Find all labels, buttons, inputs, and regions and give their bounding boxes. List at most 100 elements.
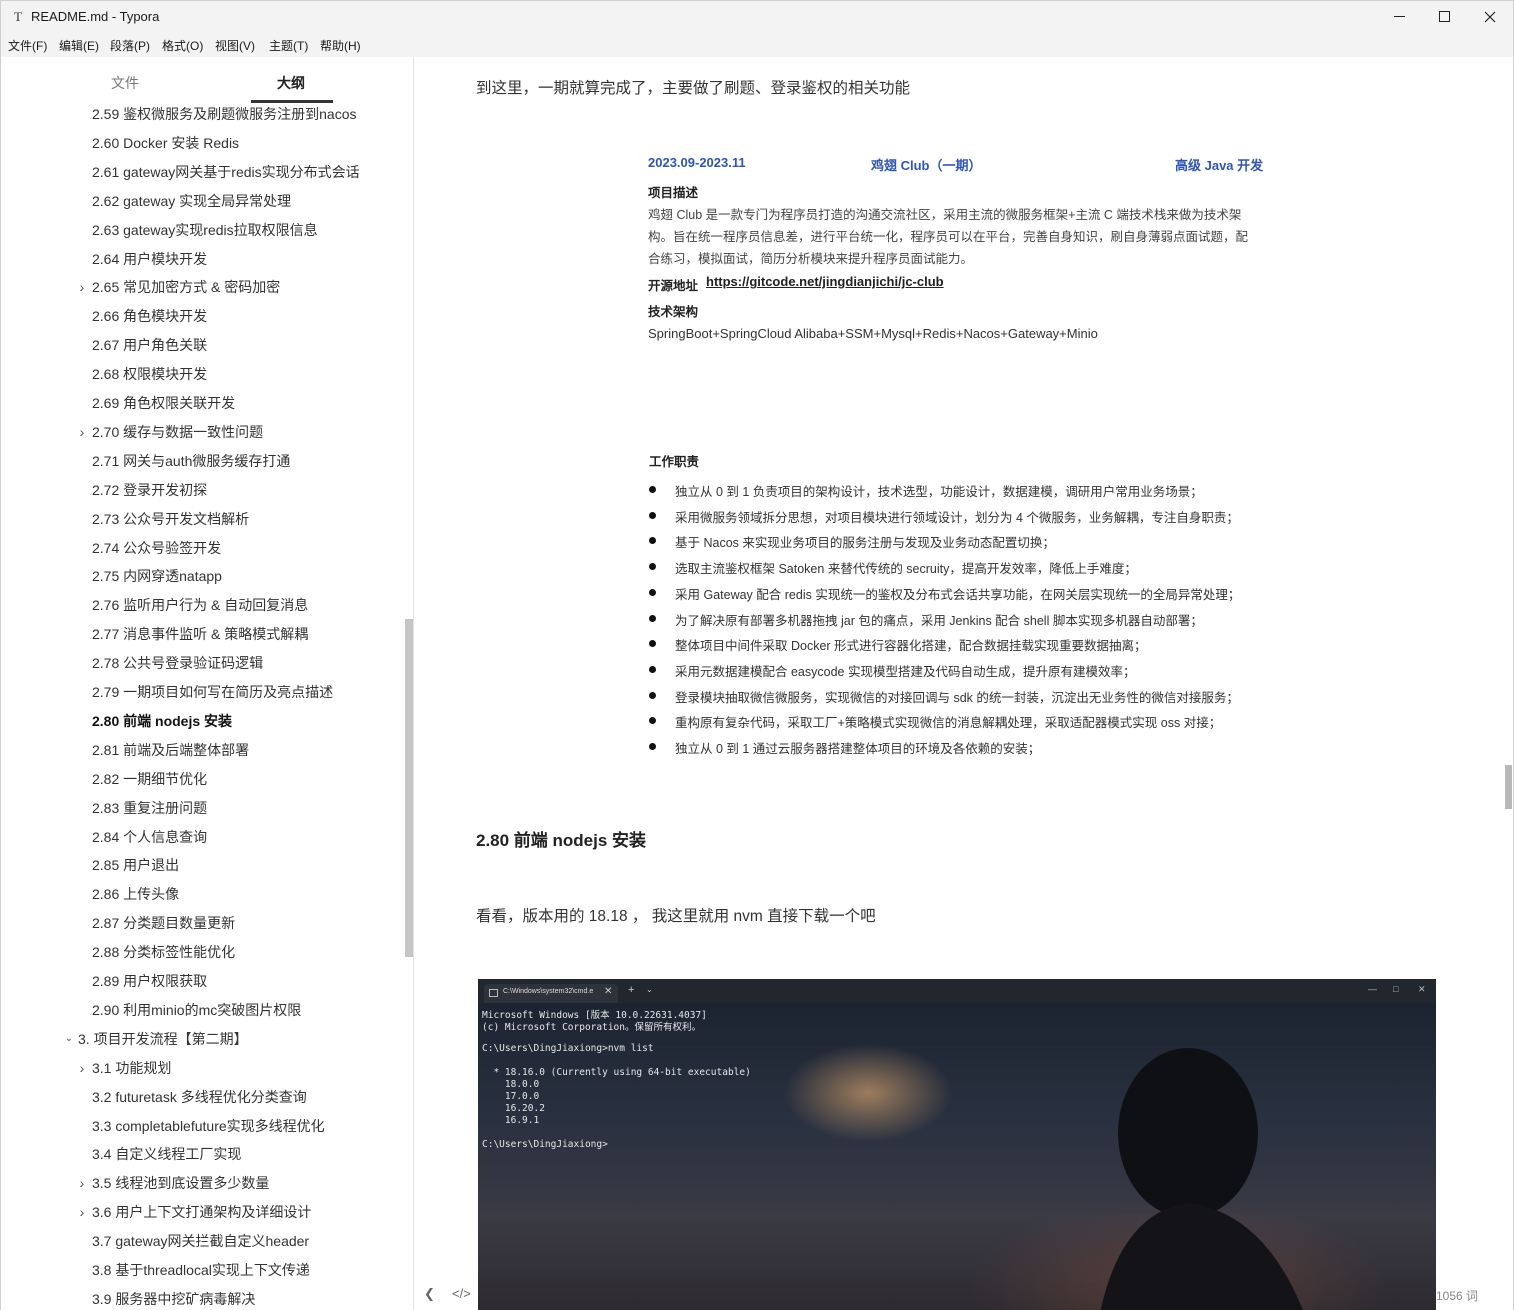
outline-item[interactable]: 2.72 登录开发初探: [92, 480, 207, 500]
outline-item[interactable]: 2.86 上传头像: [92, 884, 179, 904]
resume-desc-line: 构。旨在统一程序员信息差，进行平台统一化，程序员可以在平台，完善自身知识，刷自身…: [648, 230, 1249, 244]
outline-item[interactable]: 3.1 功能规划: [92, 1058, 171, 1078]
outline-item[interactable]: 3.9 服务器中挖矿病毒解决: [92, 1289, 255, 1309]
outline-item[interactable]: 2.83 重复注册问题: [92, 798, 207, 818]
outline-item[interactable]: 3.8 基于threadlocal实现上下文传递: [92, 1260, 310, 1280]
outline-item[interactable]: 2.81 前端及后端整体部署: [92, 740, 249, 760]
outline-item[interactable]: 2.59 鉴权微服务及刷题微服务注册到nacos: [92, 106, 357, 124]
chevron-right-icon[interactable]: ›: [77, 1202, 87, 1222]
duty-item: 独立从 0 到 1 通过云服务器搭建整体项目的环境及各依赖的安装；: [649, 738, 1269, 758]
resume-duty-list: 独立从 0 到 1 负责项目的架构设计，技术选型，功能设计，数据建模，调研用户常…: [649, 481, 1269, 761]
outline-item[interactable]: 3.6 用户上下文打通架构及详细设计: [92, 1202, 311, 1222]
outline-item[interactable]: 3.3 completablefuture实现多线程优化: [92, 1116, 325, 1136]
outline-item[interactable]: 2.61 gateway网关基于redis实现分布式会话: [92, 162, 360, 182]
outline-item[interactable]: 2.76 监听用户行为 & 自动回复消息: [92, 595, 308, 615]
terminal-titlebar: C:\Windows\system32\cmd.e ✕ + ⌄ — □ ✕: [478, 979, 1436, 1003]
duty-text: 登录模块抽取微信微服务，实现微信的对接回调与 sdk 的统一封装，沉淀出无业务性…: [675, 690, 1239, 705]
bullet-icon: [649, 588, 656, 596]
duty-item: 重构原有复杂代码，采取工厂+策略模式实现微信的消息解耦处理，采取适配器模式实现 …: [649, 712, 1269, 732]
outline-item[interactable]: 2.84 个人信息查询: [92, 827, 207, 847]
outline-item[interactable]: 3.5 线程池到底设置多少数量: [92, 1173, 269, 1193]
duty-text: 整体项目中间件采取 Docker 形式进行容器化搭建，配合数据挂载实现重要数据抽…: [675, 639, 1147, 654]
bullet-icon: [649, 614, 656, 622]
bullet-icon: [649, 537, 656, 545]
outline-item[interactable]: 2.63 gateway实现redis拉取权限信息: [92, 220, 318, 240]
bullet-icon: [649, 640, 656, 648]
outline-item[interactable]: 2.78 公共号登录验证码逻辑: [92, 653, 263, 673]
outline-item[interactable]: 2.67 用户角色关联: [92, 335, 207, 355]
terminal-tab-title: C:\Windows\system32\cmd.e: [503, 988, 594, 995]
outline-item[interactable]: 2.65 常见加密方式 & 密码加密: [92, 277, 280, 297]
chevron-right-icon[interactable]: ›: [77, 1058, 87, 1078]
outline-item[interactable]: 3.7 gateway网关拦截自定义header: [92, 1231, 309, 1251]
outline-item[interactable]: 2.88 分类标签性能优化: [92, 942, 235, 962]
editor: 到这里，一期就算完成了，主要做了刷题、登录鉴权的相关功能 2023.09-202…: [415, 57, 1514, 1310]
section-paragraph: 看看，版本用的 18.18 ， 我这里就用 nvm 直接下载一个吧: [476, 908, 876, 925]
chevron-left-icon[interactable]: ❮: [424, 1286, 435, 1302]
outline-item[interactable]: 3.4 自定义线程工厂实现: [92, 1144, 241, 1164]
outline-item[interactable]: 2.68 权限模块开发: [92, 364, 207, 384]
menu-paragraph[interactable]: 段落(P): [110, 37, 150, 54]
outline-item[interactable]: 3. 项目开发流程【第二期】: [78, 1029, 248, 1049]
terminal-maximize-icon: □: [1393, 984, 1399, 994]
menu-view[interactable]: 视图(V): [215, 37, 255, 54]
minimize-button[interactable]: [1376, 1, 1422, 32]
outline-item[interactable]: 2.89 用户权限获取: [92, 971, 207, 991]
new-tab-icon: +: [628, 984, 635, 996]
menu-file[interactable]: 文件(F): [8, 37, 47, 54]
outline-item[interactable]: 2.74 公众号验签开发: [92, 538, 221, 558]
outline-list: 2.59 鉴权微服务及刷题微服务注册到nacos 2.60 Docker 安装 R…: [1, 106, 406, 1310]
maximize-button[interactable]: [1421, 1, 1467, 32]
outline-item[interactable]: 2.79 一期项目如何写在简历及亮点描述: [92, 682, 333, 702]
outline-item[interactable]: 2.82 一期细节优化: [92, 769, 207, 789]
outline-item[interactable]: 2.85 用户退出: [92, 855, 179, 875]
outline-item[interactable]: 3.2 futuretask 多线程优化分类查询: [92, 1087, 307, 1107]
active-tab-indicator: [251, 100, 333, 103]
duty-item: 采用元数据建模配合 easycode 实现模型搭建及代码自动生成，提升原有建模效…: [649, 661, 1269, 681]
terminal-line: 16.9.1: [482, 1115, 540, 1126]
section-heading: 2.80 前端 nodejs 安装: [476, 831, 647, 850]
outline-item[interactable]: 2.66 角色模块开发: [92, 306, 207, 326]
outline-item[interactable]: 2.73 公众号开发文档解析: [92, 509, 249, 529]
outline-item[interactable]: 2.64 用户模块开发: [92, 249, 207, 269]
code-icon[interactable]: </>: [452, 1286, 471, 1301]
duty-text: 采用微服务领域拆分思想，对项目模块进行领域设计，划分为 4 个微服务，业务解耦，…: [675, 510, 1239, 525]
terminal-line: 16.20.2: [482, 1103, 545, 1114]
menu-help[interactable]: 帮助(H): [320, 37, 361, 54]
resume-arch-title: 技术架构: [648, 305, 699, 319]
close-button[interactable]: [1467, 1, 1513, 32]
chevron-down-icon[interactable]: ⌄: [64, 1029, 74, 1049]
tab-files[interactable]: 文件: [111, 73, 139, 93]
chevron-right-icon[interactable]: ›: [77, 1173, 87, 1193]
outline-item[interactable]: 2.71 网关与auth微服务缓存打通: [92, 451, 290, 471]
outline-item[interactable]: 2.80 前端 nodejs 安装: [92, 711, 232, 731]
duty-text: 基于 Nacos 来实现业务项目的服务注册与发现及业务动态配置切换；: [675, 536, 1055, 551]
chevron-right-icon[interactable]: ›: [77, 277, 87, 297]
outline-item[interactable]: 2.77 消息事件监听 & 策略模式解耦: [92, 624, 308, 644]
close-icon: [1484, 11, 1496, 22]
bullet-icon: [649, 486, 656, 493]
duty-item: 采用微服务领域拆分思想，对项目模块进行领域设计，划分为 4 个微服务，业务解耦，…: [649, 507, 1269, 527]
duty-item: 整体项目中间件采取 Docker 形式进行容器化搭建，配合数据挂载实现重要数据抽…: [649, 635, 1269, 655]
bullet-icon: [649, 717, 656, 725]
minimize-icon: [1393, 16, 1405, 17]
menu-edit[interactable]: 编辑(E): [59, 37, 99, 54]
outline-item[interactable]: 2.62 gateway 实现全局异常处理: [92, 191, 291, 211]
tab-outline[interactable]: 大纲: [277, 73, 305, 93]
outline-item[interactable]: 2.90 利用minio的mc突破图片权限: [92, 1000, 301, 1020]
editor-scrollbar[interactable]: [1505, 765, 1512, 809]
word-count[interactable]: 1056 词: [1436, 1287, 1478, 1304]
terminal-minimize-icon: —: [1368, 984, 1377, 994]
outline-item[interactable]: 2.69 角色权限关联开发: [92, 393, 235, 413]
menu-theme[interactable]: 主题(T): [269, 37, 308, 54]
background-artwork: [1100, 1048, 1303, 1310]
menu-format[interactable]: 格式(O): [162, 37, 203, 54]
resume-arch: SpringBoot+SpringCloud Alibaba+SSM+Mysql…: [648, 326, 1098, 341]
outline-item[interactable]: 2.75 内网穿透natapp: [92, 566, 222, 586]
outline-item[interactable]: 2.60 Docker 安装 Redis: [92, 133, 239, 153]
outline-item[interactable]: 2.87 分类题目数量更新: [92, 913, 235, 933]
sidebar-scrollbar[interactable]: [405, 619, 413, 957]
outline-item[interactable]: 2.70 缓存与数据一致性问题: [92, 422, 263, 442]
chevron-right-icon[interactable]: ›: [77, 422, 87, 442]
duty-item: 基于 Nacos 来实现业务项目的服务注册与发现及业务动态配置切换；: [649, 532, 1269, 552]
